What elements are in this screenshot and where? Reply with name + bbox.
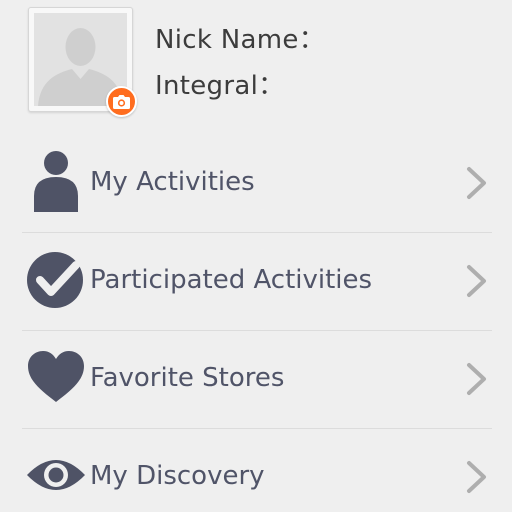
nickname-label: Nick Name： xyxy=(155,25,325,55)
menu-list: My Activities Participated Activities Fa… xyxy=(0,135,512,512)
chevron-right-icon xyxy=(466,166,488,200)
menu-item-my-activities[interactable]: My Activities xyxy=(0,135,512,233)
integral-label: Integral： xyxy=(155,71,285,101)
eye-icon xyxy=(26,444,86,506)
menu-item-label: Participated Activities xyxy=(90,265,373,295)
chevron-right-icon xyxy=(466,362,488,396)
camera-button[interactable] xyxy=(106,86,137,117)
menu-item-label: My Discovery xyxy=(90,461,265,491)
menu-item-label: My Activities xyxy=(90,167,255,197)
menu-item-participated-activities[interactable]: Participated Activities xyxy=(0,233,512,331)
person-icon xyxy=(26,150,86,212)
profile-header: Nick Name： Integral： xyxy=(0,0,512,130)
menu-item-label: Favorite Stores xyxy=(90,363,285,393)
menu-item-favorite-stores[interactable]: Favorite Stores xyxy=(0,331,512,429)
chevron-right-icon xyxy=(466,460,488,494)
chevron-right-icon xyxy=(466,264,488,298)
heart-icon xyxy=(26,346,86,408)
profile-screen: Nick Name： Integral： My Activities Parti… xyxy=(0,0,512,512)
menu-item-my-discovery[interactable]: My Discovery xyxy=(0,429,512,512)
camera-icon xyxy=(113,94,130,109)
check-circle-icon xyxy=(26,248,86,310)
